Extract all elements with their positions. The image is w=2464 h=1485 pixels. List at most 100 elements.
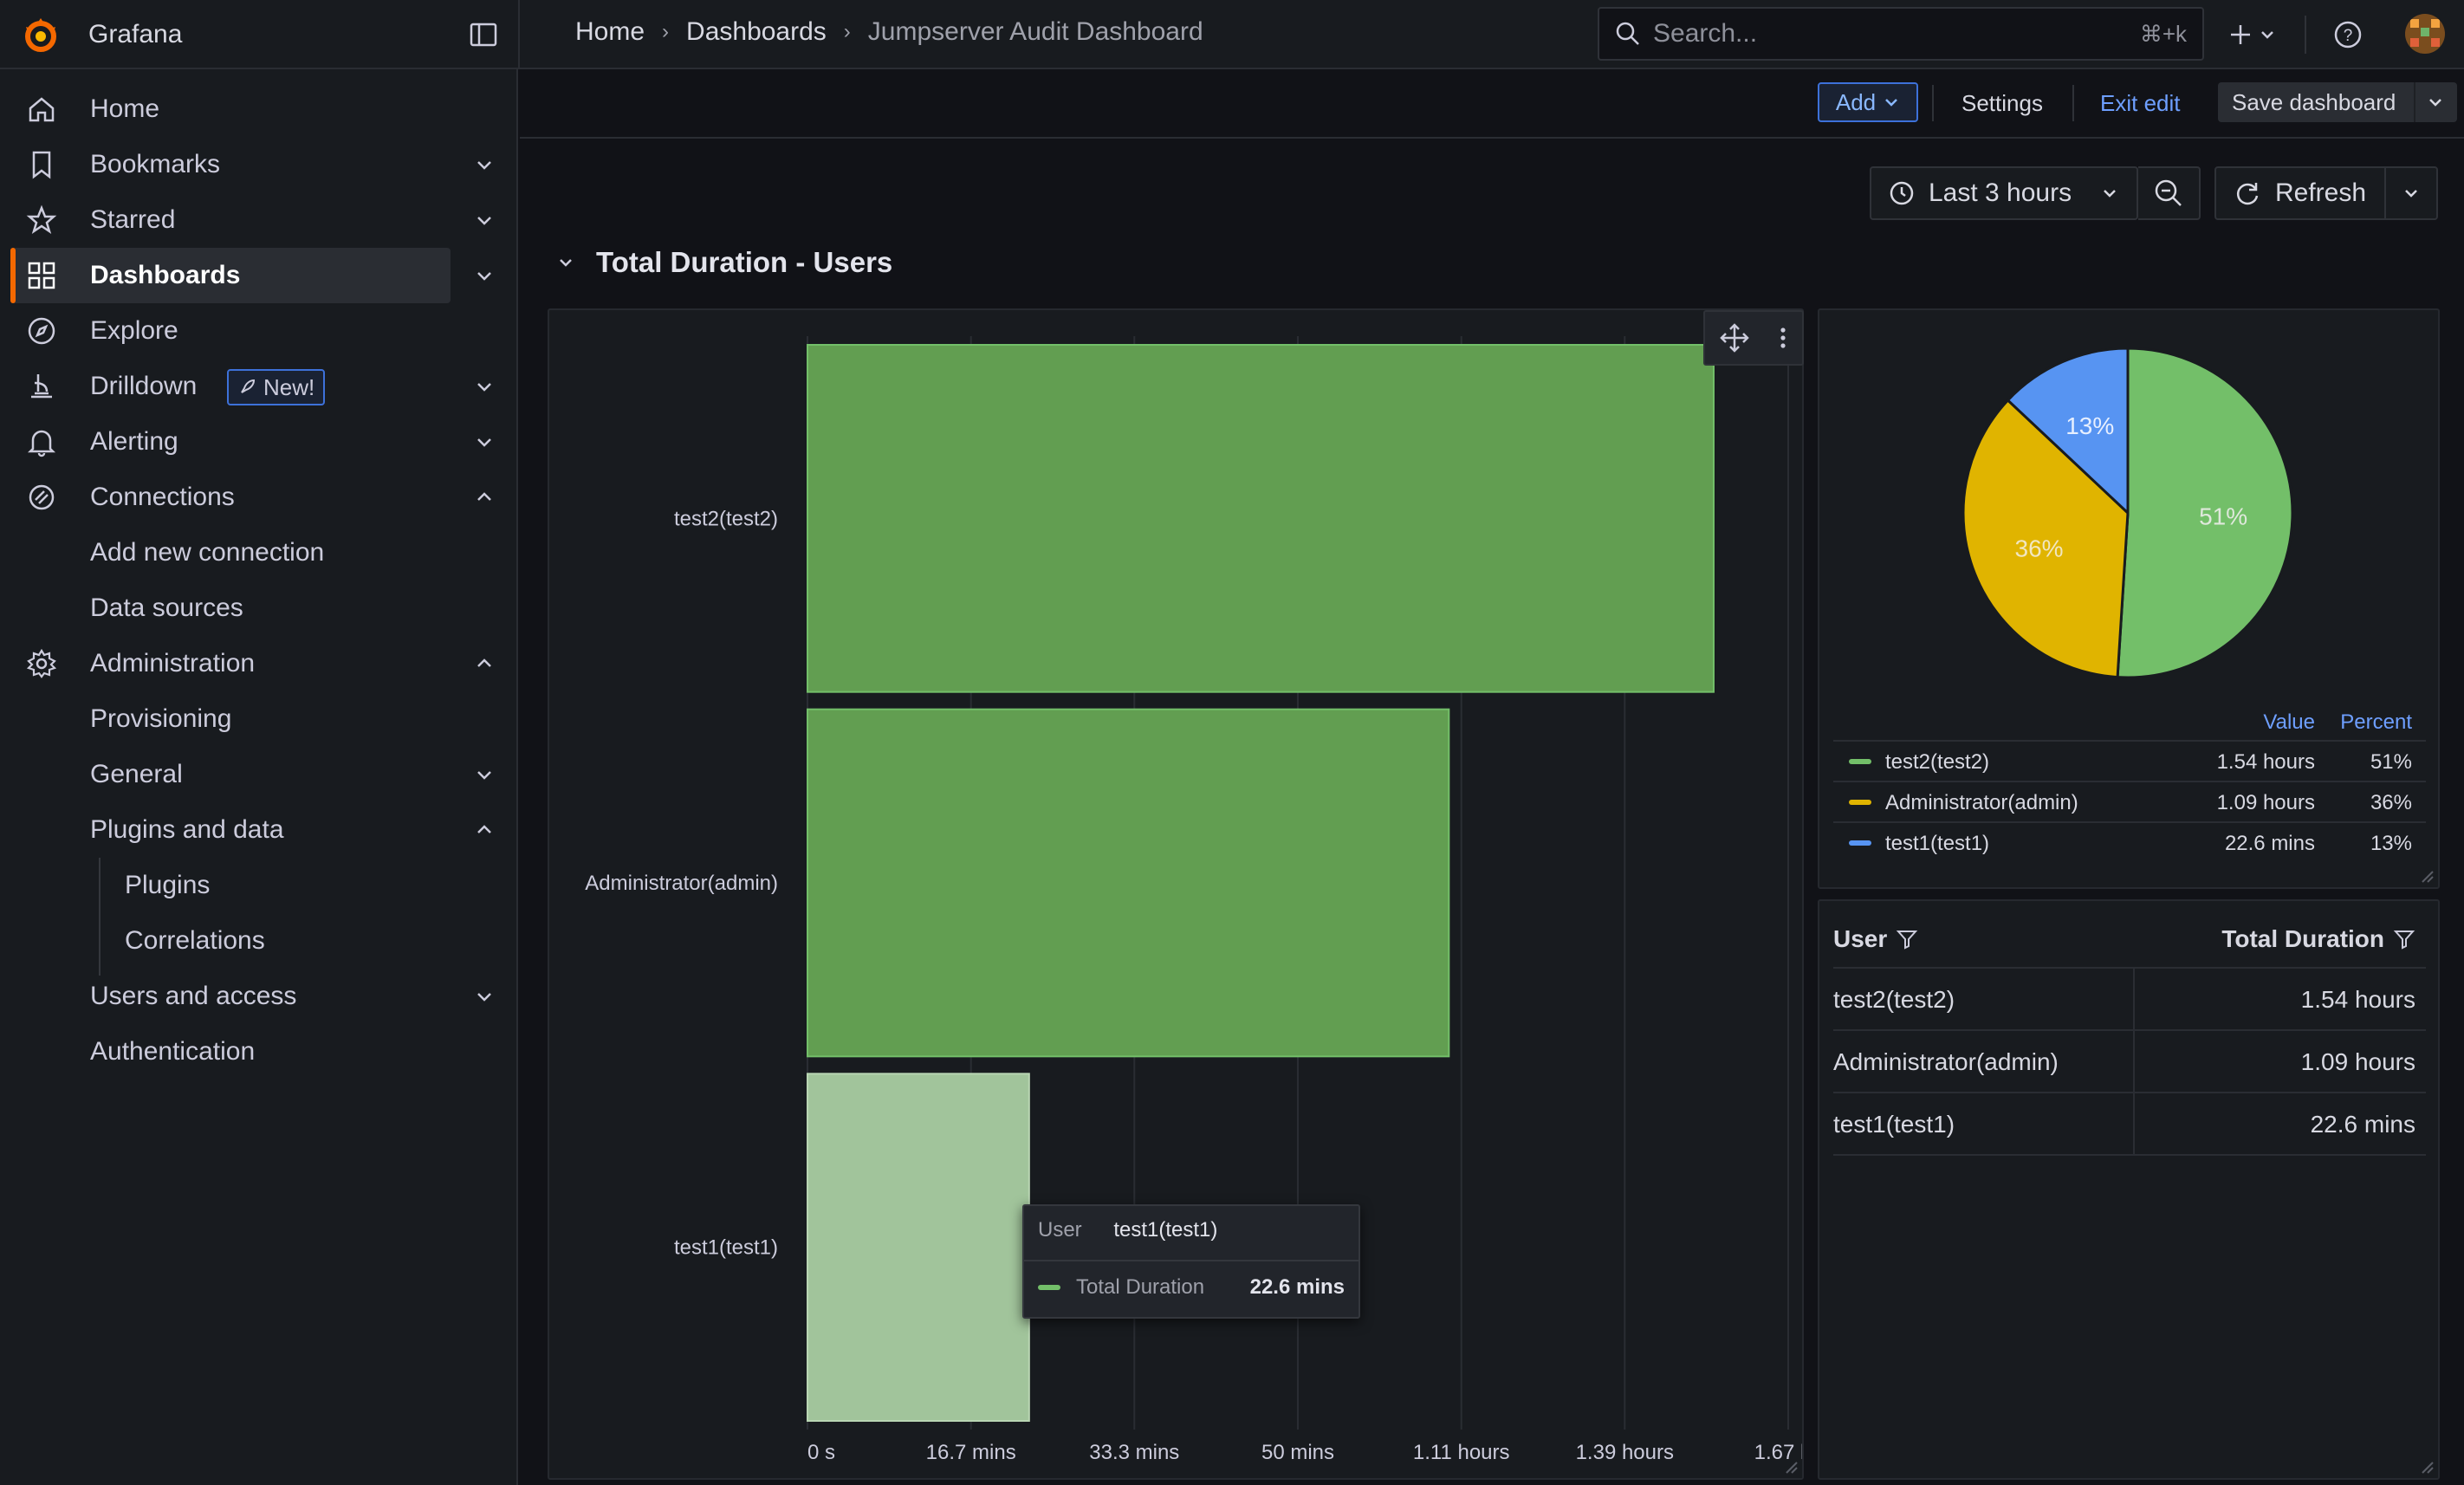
resize-handle-icon[interactable]	[2419, 1459, 2435, 1475]
sidebar-item-drilldown[interactable]: Drilldown New!	[0, 359, 518, 414]
exit-edit-button[interactable]: Exit edit	[2100, 90, 2181, 117]
legend-row[interactable]: Administrator(admin) 1.09 hours 36%	[1833, 781, 2426, 821]
chevron-down-icon[interactable]	[473, 985, 496, 1008]
pie-chart-panel[interactable]: 51% 36% 13% Value Percent test2(test2) 1.5…	[1818, 308, 2440, 889]
save-dashboard-button[interactable]: Save dashboard	[2218, 82, 2457, 122]
sidebar-item-plugins-and-data[interactable]: Plugins and data	[0, 802, 518, 858]
sidebar-item-general[interactable]: General	[0, 747, 518, 802]
search-input[interactable]: Search... ⌘+k	[1598, 7, 2204, 61]
chevron-right-icon: ›	[662, 20, 670, 43]
panel-menu-icon[interactable]	[1778, 324, 1788, 352]
panel-hover-toolbar	[1703, 310, 1804, 366]
sidebar-item-label: Plugins	[125, 871, 211, 899]
sidebar-item-explore[interactable]: Explore	[0, 303, 518, 359]
pie-slice-label: 51%	[2199, 503, 2247, 529]
app-name: Grafana	[88, 20, 183, 49]
sidebar: Home Bookmarks Starred Dashboards Explore Dri…	[0, 69, 518, 1485]
table-panel[interactable]: User Total Duration test2(test2) 1.54 ho…	[1818, 899, 2440, 1480]
drilldown-icon	[31, 374, 52, 399]
sidebar-item-data-sources[interactable]: Data sources	[0, 580, 518, 636]
sidebar-item-add-new-connection[interactable]: Add new connection	[0, 525, 518, 580]
chevron-down-icon[interactable]	[473, 431, 496, 453]
star-icon	[26, 204, 57, 234]
sidebar-item-correlations[interactable]: Correlations	[0, 913, 518, 969]
sidebar-item-label: Authentication	[90, 1037, 256, 1066]
grafana-logo-icon[interactable]	[19, 13, 62, 56]
chevron-up-icon[interactable]	[473, 486, 496, 509]
bar[interactable]	[807, 708, 1450, 1058]
time-range-label: Last 3 hours	[1929, 178, 2072, 207]
breadcrumb-home[interactable]: Home	[575, 17, 645, 47]
resize-handle-icon[interactable]	[2419, 868, 2435, 884]
bell-icon	[27, 430, 56, 457]
chevron-down-icon[interactable]	[473, 375, 496, 398]
sidebar-item-bookmarks[interactable]: Bookmarks	[0, 137, 518, 192]
sidebar-item-users-and-access[interactable]: Users and access	[0, 969, 518, 1024]
chevron-down-icon[interactable]	[473, 763, 496, 786]
dashboard-row-header[interactable]: Total Duration - Users	[554, 246, 892, 279]
sidebar-item-dashboards[interactable]: Dashboards	[0, 248, 518, 303]
sidebar-item-label: Users and access	[90, 982, 297, 1010]
save-options-button[interactable]	[2414, 82, 2455, 122]
drag-move-icon[interactable]	[1719, 322, 1750, 353]
chevron-down-icon[interactable]	[473, 264, 496, 287]
help-icon[interactable]: ?	[2332, 19, 2363, 50]
table-row[interactable]: test1(test1) 22.6 mins	[1833, 1093, 2426, 1156]
brand[interactable]: Grafana	[19, 12, 182, 57]
filter-icon[interactable]	[2393, 928, 2415, 950]
sidebar-item-plugins[interactable]: Plugins	[0, 858, 518, 913]
table-row[interactable]: Administrator(admin) 1.09 hours	[1833, 1031, 2426, 1093]
compass-icon	[28, 317, 55, 345]
sidebar-item-authentication[interactable]: Authentication	[0, 1024, 518, 1080]
chevron-down-icon	[2261, 31, 2273, 39]
chevron-down-icon[interactable]	[473, 153, 496, 176]
column-header-user[interactable]: User	[1833, 925, 1918, 953]
legend-row[interactable]: test1(test1) 22.6 mins 13%	[1833, 821, 2426, 862]
sidebar-item-provisioning[interactable]: Provisioning	[0, 691, 518, 747]
zoom-out-button[interactable]	[2138, 166, 2201, 220]
row-title: Total Duration - Users	[596, 246, 893, 278]
link-icon	[29, 484, 55, 510]
sidebar-item-administration[interactable]: Administration	[0, 636, 518, 691]
sidebar-item-label: Add new connection	[90, 538, 325, 567]
apps-icon	[28, 262, 55, 289]
legend-value: 22.6 mins	[2224, 832, 2315, 855]
table-row[interactable]: test2(test2) 1.54 hours	[1833, 969, 2426, 1031]
breadcrumb-dashboards[interactable]: Dashboards	[686, 17, 827, 47]
sidebar-item-alerting[interactable]: Alerting	[0, 414, 518, 470]
chevron-down-icon[interactable]	[554, 251, 577, 274]
legend-swatch	[1849, 840, 1871, 846]
bar[interactable]	[807, 344, 1715, 693]
legend-row[interactable]: test2(test2) 1.54 hours 51%	[1833, 740, 2426, 781]
table-header: User Total Duration	[1833, 911, 2426, 969]
legend-header-value[interactable]: Value	[2263, 710, 2315, 735]
chevron-up-icon[interactable]	[473, 819, 496, 841]
legend-header-percent[interactable]: Percent	[2340, 710, 2412, 735]
column-header-total-duration[interactable]: Total Duration	[2221, 925, 2415, 953]
resize-handle-icon[interactable]	[1783, 1459, 1799, 1475]
filter-icon[interactable]	[1896, 928, 1918, 950]
refresh-button[interactable]: Refresh	[2216, 168, 2386, 218]
new-menu-button[interactable]	[2228, 17, 2280, 52]
time-range-picker[interactable]: Last 3 hours	[1870, 166, 2138, 220]
search-shortcut: ⌘+k	[2139, 20, 2187, 47]
add-button[interactable]: Add	[1818, 82, 1918, 122]
chevron-up-icon[interactable]	[473, 652, 496, 675]
sidebar-item-home[interactable]: Home	[0, 81, 518, 137]
chevron-down-icon[interactable]	[473, 209, 496, 231]
user-avatar[interactable]	[2405, 14, 2445, 54]
pie-legend: Value Percent test2(test2) 1.54 hours 51…	[1833, 705, 2426, 862]
settings-button[interactable]: Settings	[1961, 90, 2043, 117]
x-tick-label: 16.7 mins	[926, 1441, 1016, 1464]
sidebar-item-starred[interactable]: Starred	[0, 192, 518, 248]
sidebar-item-label: Starred	[90, 205, 176, 234]
legend-swatch	[1849, 800, 1871, 805]
legend-name: Administrator(admin)	[1885, 791, 2078, 814]
bar[interactable]	[807, 1073, 1030, 1422]
pie-chart[interactable]: 51% 36% 13%	[1819, 310, 2438, 691]
refresh-interval-button[interactable]	[2386, 184, 2436, 203]
sidebar-item-connections[interactable]: Connections	[0, 470, 518, 525]
sidebar-item-label: Explore	[90, 316, 178, 345]
dock-menu-icon[interactable]	[468, 19, 499, 50]
svg-text:?: ?	[2344, 27, 2353, 45]
